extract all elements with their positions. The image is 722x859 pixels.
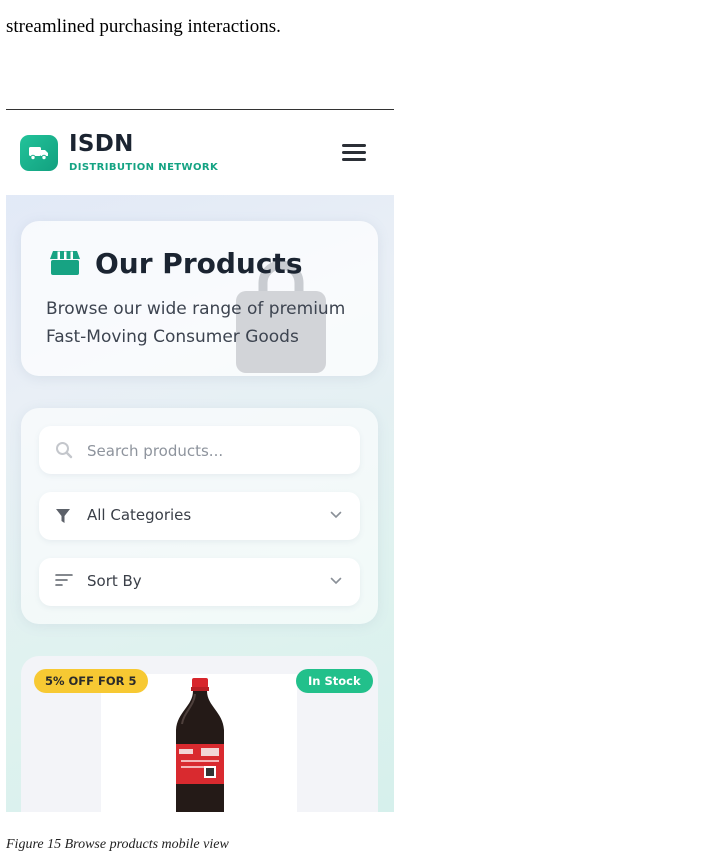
cola-bottle-image [176, 678, 224, 812]
search-field[interactable] [39, 426, 360, 474]
brand-subtitle: DISTRIBUTION NETWORK [69, 162, 219, 173]
sort-lines-icon [55, 574, 73, 586]
mobile-screenshot: ISDN DISTRIBUTION NETWORK Our Products B… [6, 111, 394, 812]
sort-select[interactable]: Sort By [39, 558, 360, 606]
product-card[interactable]: 5% OFF FOR 5 In Stock [21, 656, 378, 812]
category-select-value: All Categories [87, 506, 192, 524]
products-hero-card: Our Products Browse our wide range of pr… [21, 221, 378, 376]
sort-select-value: Sort By [87, 572, 142, 590]
stock-status-badge: In Stock [296, 669, 373, 693]
chevron-down-icon [330, 577, 342, 585]
app-header: ISDN DISTRIBUTION NETWORK [6, 111, 394, 195]
page-title: Our Products [95, 247, 303, 280]
page-subtitle: Browse our wide range of premium Fast-Mo… [46, 299, 346, 347]
offer-badge: 5% OFF FOR 5 [34, 669, 148, 693]
filter-panel: All Categories Sort By [21, 408, 378, 624]
hamburger-menu-icon[interactable] [342, 144, 367, 162]
brand-name: ISDN [69, 131, 134, 157]
chevron-down-icon [330, 511, 342, 519]
truck-icon [29, 147, 48, 161]
category-select[interactable]: All Categories [39, 492, 360, 540]
search-input[interactable] [85, 436, 349, 466]
search-icon [56, 442, 73, 459]
store-icon [50, 251, 80, 275]
brand-logo[interactable] [20, 135, 58, 171]
filter-funnel-icon [56, 509, 70, 523]
figure-caption: Figure 15 Browse products mobile view [6, 837, 229, 852]
document-divider [6, 109, 394, 110]
document-intro-text: streamlined purchasing interactions. [6, 16, 281, 37]
